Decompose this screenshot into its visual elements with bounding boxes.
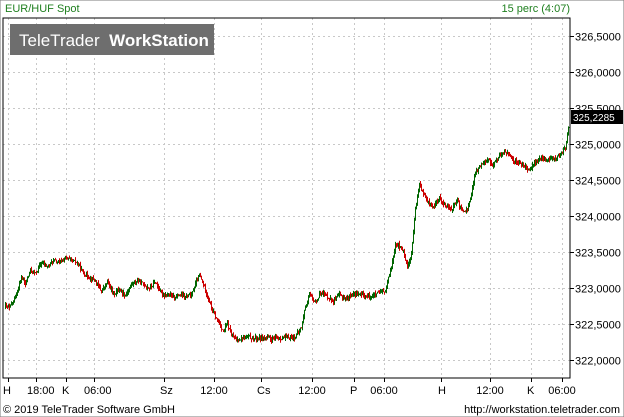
logo-brand: TeleTrader xyxy=(19,31,100,50)
y-tick-label: 326,5000 xyxy=(575,32,621,44)
x-tick-label: P xyxy=(350,385,357,397)
last-price-label: 325,2285 xyxy=(573,113,615,124)
y-tick-label: 323,0000 xyxy=(575,284,621,296)
symbol-label: EUR/HUF Spot xyxy=(5,3,80,15)
logo-product: WorkStation xyxy=(109,31,209,50)
x-tick-label: 06:00 xyxy=(84,385,112,397)
x-tick-label: 12:00 xyxy=(200,385,228,397)
x-tick-label: K xyxy=(62,385,70,397)
x-tick-label: Sz xyxy=(160,385,173,397)
copyright-text: © 2019 TeleTrader Software GmbH xyxy=(3,404,175,416)
x-tick-label: H xyxy=(438,385,446,397)
chart-svg: 322,0000 322,5000 323,0000 323,5000 324,0000… xyxy=(0,0,624,417)
y-tick-label: 324,0000 xyxy=(575,212,621,224)
y-tick-label: 322,0000 xyxy=(575,356,621,368)
x-tick-label: 12:00 xyxy=(476,385,504,397)
y-tick-label: 323,5000 xyxy=(575,248,621,260)
interval-label: 15 perc (4:07) xyxy=(502,3,570,15)
logo-text: TeleTrader WorkStation xyxy=(19,31,209,50)
x-tick-label: 06:00 xyxy=(370,385,398,397)
y-tick-label: 325,0000 xyxy=(575,140,621,152)
y-tick-label: 324,5000 xyxy=(575,176,621,188)
y-tick-label: 326,0000 xyxy=(575,68,621,80)
x-tick-label: 12:00 xyxy=(298,385,326,397)
x-tick-label: Cs xyxy=(257,385,271,397)
x-tick-label: K xyxy=(527,385,535,397)
website-url: http://workstation.teletrader.com xyxy=(464,404,620,416)
chart-frame: 322,0000 322,5000 323,0000 323,5000 324,0000… xyxy=(0,0,624,417)
x-tick-label: 06:00 xyxy=(548,385,576,397)
x-tick-label: 18:00 xyxy=(27,385,55,397)
y-tick-label: 322,5000 xyxy=(575,320,621,332)
x-tick-label: H xyxy=(3,385,11,397)
